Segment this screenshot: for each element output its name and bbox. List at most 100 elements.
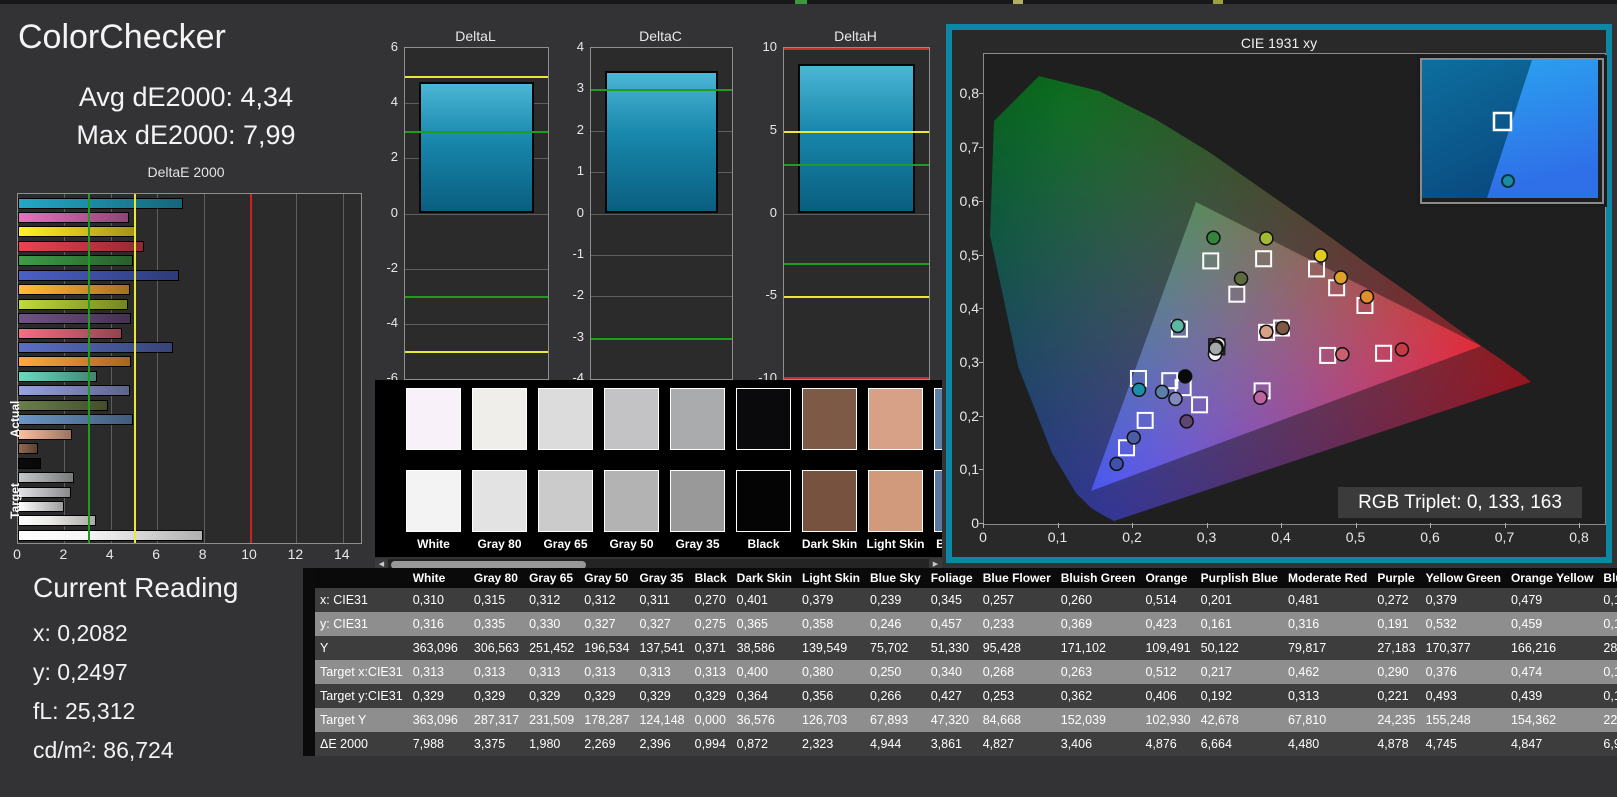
swatch-label: White — [417, 537, 450, 551]
swatch-actual[interactable] — [868, 388, 923, 450]
cie-measured-point — [1206, 230, 1221, 246]
cie-y-tick — [979, 254, 983, 256]
swatch-label: Gray 35 — [675, 537, 720, 551]
cie-measured-point — [1179, 414, 1194, 429]
table-cell: 50,122 — [1195, 636, 1283, 660]
table-cell: 22,668 — [1598, 708, 1617, 732]
table-cell: 0,233 — [977, 612, 1056, 636]
table-cell: 170,377 — [1420, 636, 1506, 660]
swatch-target[interactable] — [670, 470, 725, 532]
table-cell: 139,549 — [797, 636, 866, 660]
table-cell: 0,356 — [797, 684, 866, 708]
y-axis-tick-label: 0 — [576, 204, 584, 220]
gridline — [591, 254, 732, 256]
table-cell: 0,178 — [1598, 588, 1617, 612]
table-cell: 152,039 — [1055, 708, 1141, 732]
column-header: Gray 50 — [579, 568, 635, 588]
cie-y-tick-label: 0,3 — [959, 353, 979, 370]
swatch-target[interactable] — [736, 470, 791, 532]
table-cell: 0,376 — [1420, 660, 1506, 684]
table-cell: 0,141 — [1598, 684, 1617, 708]
table-cell: 0,532 — [1420, 612, 1506, 636]
cie-measured-point — [1333, 270, 1349, 285]
table-cell: 0,250 — [865, 660, 926, 684]
swatch-actual[interactable] — [670, 388, 725, 450]
cie-measured-point — [1259, 324, 1274, 340]
deltae-bar — [18, 428, 72, 440]
swatch-label: Gray 65 — [543, 537, 588, 551]
green-limit-line — [87, 194, 90, 543]
x-axis-tick-label: 0 — [13, 546, 21, 562]
current-reading-title: Current Reading — [33, 572, 239, 603]
table-cell: 0,462 — [1282, 660, 1373, 684]
cie-y-tick — [979, 147, 983, 149]
swatch-actual[interactable] — [736, 388, 791, 450]
table-cell: 0,401 — [731, 588, 798, 612]
table-row: Target x:CIE31 0,313 0,313 0,313 0,313 0,313 0… — [303, 660, 1617, 684]
table-cell: 4,827 — [977, 732, 1056, 756]
table-cell: 0,379 — [1420, 588, 1506, 612]
x-axis-tick-label: 10 — [241, 546, 257, 562]
deltac-gauge — [590, 47, 733, 380]
table-cell: 1,980 — [524, 732, 580, 756]
swatch-target[interactable] — [934, 470, 942, 532]
table-cell: 67,893 — [865, 708, 926, 732]
column-header: Blue Flower — [977, 568, 1056, 588]
avg-de2000-value: Avg dE2000: 4,34 — [78, 82, 294, 112]
table-row: Target y:CIE31 0,329 0,329 0,329 0,329 0,329 0… — [303, 684, 1617, 708]
cie-y-tick — [979, 361, 983, 363]
gridline — [591, 296, 732, 298]
table-cell: 0,358 — [797, 612, 866, 636]
swatch-target[interactable] — [802, 470, 857, 532]
gridline — [405, 213, 548, 215]
table-cell: 2,323 — [797, 732, 866, 756]
swatch-target[interactable] — [604, 470, 659, 532]
column-header: Gray 35 — [634, 568, 690, 588]
swatch-actual[interactable] — [538, 388, 593, 450]
cie-x-tick — [1355, 523, 1357, 528]
y-axis-tick-label: 0 — [390, 204, 398, 220]
cie-y-tick — [979, 415, 983, 417]
cie-y-tick-label: 0,6 — [959, 192, 979, 209]
green-limit-line — [784, 163, 929, 166]
table-cell: 4,847 — [1505, 732, 1599, 756]
table-cell: 0,313 — [689, 660, 732, 684]
table-cell: 0,365 — [731, 612, 798, 636]
swatch-target[interactable] — [538, 470, 593, 532]
swatch-target[interactable] — [406, 470, 461, 532]
table-cell: 0,257 — [977, 588, 1056, 612]
table-row: Target Y 363,096 287,317 231,509 178,287 124,… — [303, 708, 1617, 732]
deltae-bar — [18, 500, 64, 512]
table-cell: 0,312 — [524, 588, 580, 612]
table-cell: 0,272 — [1372, 588, 1421, 612]
row-header: x: CIE31 — [303, 588, 408, 612]
cie-x-tick-label: 0,4 — [1271, 529, 1291, 545]
swatch-actual[interactable] — [604, 388, 659, 450]
table-cell: 4,944 — [865, 732, 926, 756]
swatch-actual[interactable] — [406, 388, 461, 450]
y-axis-tick-label: -3 — [572, 328, 584, 344]
table-cell: 0,459 — [1505, 612, 1599, 636]
table-cell: 67,810 — [1282, 708, 1373, 732]
table-cell: 0,371 — [689, 636, 732, 660]
deltae-bar — [18, 472, 74, 484]
swatch-actual[interactable] — [472, 388, 527, 450]
swatch-target[interactable] — [472, 470, 527, 532]
cie-measured-point — [1259, 231, 1274, 246]
swatch-target[interactable] — [868, 470, 923, 532]
swatch-actual[interactable] — [934, 388, 942, 450]
table-cell: 0,423 — [1140, 612, 1196, 636]
cie-x-tick — [1057, 523, 1059, 528]
column-header: Yellow Green — [1420, 568, 1506, 588]
column-header: Orange — [1140, 568, 1196, 588]
table-cell: 0,994 — [689, 732, 732, 756]
swatch-label: Gray 50 — [609, 537, 654, 551]
table-cell: 27,183 — [1372, 636, 1421, 660]
cie-measured-point — [1394, 342, 1410, 357]
cie-measured-point — [1168, 391, 1183, 407]
column-header: White — [407, 568, 469, 588]
cie-measured-point — [1170, 318, 1185, 334]
table-cell: 0,312 — [579, 588, 635, 612]
swatch-actual[interactable] — [802, 388, 857, 450]
gridline — [203, 194, 205, 543]
